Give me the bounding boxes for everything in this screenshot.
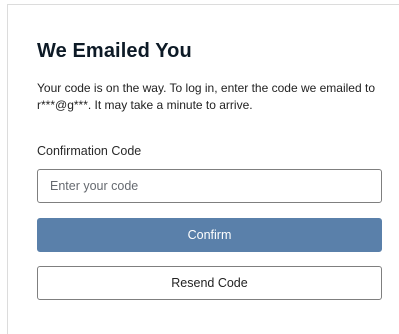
dialog-title: We Emailed You xyxy=(37,40,192,62)
dialog-message: Your code is on the way. To log in, ente… xyxy=(37,81,375,112)
confirmation-code-label: Confirmation Code xyxy=(37,144,142,158)
resend-code-button[interactable]: Resend Code xyxy=(37,266,382,300)
confirm-code-card: We Emailed You Your code is on the way. … xyxy=(7,4,399,334)
confirm-button[interactable]: Confirm xyxy=(37,218,382,252)
confirmation-code-input[interactable] xyxy=(37,169,382,203)
